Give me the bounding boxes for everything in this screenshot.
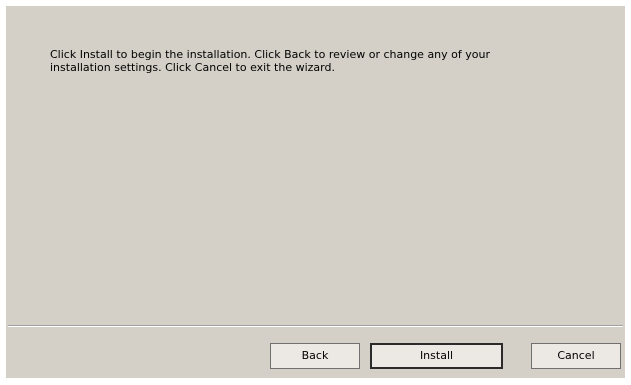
- instruction-line-1: Click Install to begin the installation.…: [50, 48, 490, 61]
- back-button[interactable]: Back: [270, 343, 360, 369]
- cancel-button[interactable]: Cancel: [531, 343, 621, 369]
- footer-separator: [8, 325, 623, 327]
- installer-dialog: Click Install to begin the installation.…: [6, 6, 625, 378]
- instruction-text: Click Install to begin the installation.…: [50, 48, 570, 74]
- install-button[interactable]: Install: [370, 343, 503, 369]
- instruction-line-2: installation settings. Click Cancel to e…: [50, 61, 335, 74]
